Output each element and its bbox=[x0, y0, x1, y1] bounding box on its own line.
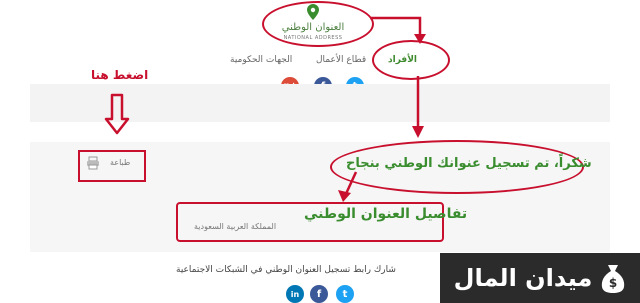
print-button[interactable]: طباعة bbox=[78, 150, 146, 182]
watermark-text: ميدان المال bbox=[453, 264, 593, 292]
nav-government[interactable]: الجهات الحكومية bbox=[230, 55, 292, 65]
watermark-brand: $ ميدان المال bbox=[440, 253, 640, 303]
down-arrow-icon bbox=[104, 93, 130, 135]
print-label: طباعة bbox=[110, 158, 131, 167]
money-bag-icon: $ bbox=[602, 265, 625, 293]
linkedin-icon[interactable]: in bbox=[286, 285, 304, 303]
logo-highlight bbox=[262, 1, 374, 47]
press-here-label: اضغط هنا bbox=[91, 68, 149, 82]
svg-text:$: $ bbox=[609, 276, 617, 290]
details-country: المملكة العربية السعودية bbox=[194, 222, 277, 231]
share-text: شارك رابط تسجيل العنوان الوطني في الشبكا… bbox=[176, 265, 396, 275]
printer-icon bbox=[87, 156, 99, 170]
confirmation-message: شكراً، تم تسجيل عنوانك الوطني بنجاح bbox=[346, 156, 592, 171]
nav-business[interactable]: قطاع الأعمال bbox=[316, 55, 366, 65]
nav-individuals-highlight bbox=[372, 40, 450, 80]
share-facebook-icon[interactable]: f bbox=[310, 285, 328, 303]
share-twitter-icon[interactable]: t bbox=[336, 285, 354, 303]
details-title: تفاصيل العنوان الوطني bbox=[304, 206, 468, 222]
